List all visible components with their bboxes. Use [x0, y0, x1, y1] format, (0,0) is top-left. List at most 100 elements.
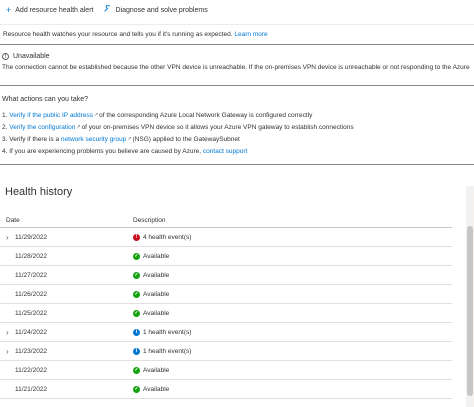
action-item-4: 4. If you are experiencing problems you …: [2, 145, 354, 157]
info-icon: i: [133, 328, 140, 336]
checkmark-icon: ✓: [133, 366, 140, 374]
chevron-right-icon[interactable]: ›: [6, 328, 15, 337]
description-text: Available: [143, 309, 170, 317]
health-history-title: Health history: [5, 186, 73, 198]
checkmark-icon: ✓: [133, 309, 140, 317]
description-text: 4 health event(s): [143, 233, 192, 241]
date-cell: ›11/26/2022: [0, 290, 127, 299]
action-num: 1.: [2, 111, 8, 119]
unavailable-icon: !: [2, 53, 9, 60]
diagnose-button[interactable]: Diagnose and solve problems: [103, 4, 208, 15]
description-cell: ✓ Available: [127, 385, 170, 393]
table-body: ›11/29/2022!4 health event(s)›11/28/2022…: [0, 228, 452, 399]
date-cell: ›11/28/2022: [0, 252, 127, 261]
error-icon: !: [133, 233, 140, 241]
health-history-table: Date Description › 11/29/2022! 4 health ev…: [0, 213, 452, 399]
wrench-icon: [103, 4, 111, 15]
description-text: Available: [143, 366, 170, 374]
external-link-icon: ↗: [76, 124, 81, 130]
info-text: Resource health watches your resource an…: [3, 31, 233, 38]
scrollbar-thumb[interactable]: [467, 226, 473, 396]
action-item-2: 2. Verify the configuration ↗ of your on…: [2, 121, 354, 133]
description-cell: ✓ Available: [127, 271, 170, 279]
description-text: Available: [143, 271, 170, 279]
section-divider-top: [0, 44, 474, 45]
status-label: Unavailable: [13, 53, 50, 60]
status-description: The connection cannot be established bec…: [2, 64, 470, 71]
actions-title: What actions can you take?: [2, 96, 88, 103]
table-row[interactable]: › 11/24/2022 i 1 health event(s): [0, 323, 452, 342]
learn-more-link[interactable]: Learn more: [234, 31, 267, 38]
action-pre: If you are experiencing problems you bel…: [9, 147, 202, 155]
contact-support-link[interactable]: contact support: [203, 148, 247, 155]
description-cell: ✓ Available: [127, 252, 170, 260]
description-text: Available: [143, 385, 170, 393]
vertical-scrollbar[interactable]: [466, 186, 474, 407]
date-text: 11/29/2022: [15, 233, 48, 241]
table-row[interactable]: › 11/23/2022 i 1 health event(s): [0, 342, 452, 361]
date-text: 11/26/2022: [15, 290, 48, 298]
table-row: ›11/25/2022✓Available: [0, 304, 452, 323]
description-cell: ✓ Available: [127, 309, 170, 317]
date-cell: › 11/29/2022: [0, 233, 127, 242]
action-num: 4.: [2, 147, 8, 155]
add-alert-button[interactable]: + Add resource health alert: [6, 4, 94, 15]
action-text: of your on-premises VPN device so it all…: [81, 123, 354, 131]
date-cell: ›11/25/2022: [0, 309, 127, 318]
diagnose-label: Diagnose and solve problems: [115, 6, 208, 14]
description-cell: ✓ Available: [127, 366, 170, 374]
plus-icon: +: [6, 4, 12, 15]
date-cell: › 11/24/2022: [0, 328, 127, 337]
date-text: 11/22/2022: [15, 366, 48, 374]
status-block: ! Unavailable The connection cannot be e…: [0, 50, 474, 73]
nsg-link[interactable]: network security group: [61, 136, 126, 143]
date-cell: ›11/27/2022: [0, 271, 127, 280]
external-link-icon: ↗: [93, 112, 99, 118]
description-column-header[interactable]: Description: [127, 217, 166, 224]
checkmark-icon: ✓: [133, 290, 140, 298]
verify-config-link[interactable]: Verify the configuration: [9, 124, 75, 131]
verify-ip-link[interactable]: Verify if the public IP address: [9, 112, 93, 119]
table-header: Date Description: [0, 213, 452, 228]
add-alert-label: Add resource health alert: [15, 6, 94, 14]
table-row: ›11/28/2022✓Available: [0, 247, 452, 266]
checkmark-icon: ✓: [133, 385, 140, 393]
section-divider-bottom: [0, 164, 474, 165]
table-row: ›11/22/2022✓Available: [0, 361, 452, 380]
date-cell: ›11/22/2022: [0, 366, 127, 375]
description-cell: ✓ Available: [127, 290, 170, 298]
description-text: Available: [143, 252, 170, 260]
toolbar: + Add resource health alert Diagnose and…: [0, 0, 474, 20]
action-num: 2.: [2, 123, 8, 131]
action-pre: Verify if there is a: [9, 135, 60, 143]
description-cell: i1 health event(s): [127, 328, 192, 336]
table-row[interactable]: › 11/29/2022! 4 health event(s): [0, 228, 452, 247]
action-num: 3.: [2, 135, 8, 143]
date-text: 11/28/2022: [15, 252, 48, 260]
action-item-1: 1. Verify if the public IP address ↗ of …: [2, 109, 354, 121]
toolbar-divider: [0, 24, 474, 25]
chevron-right-icon[interactable]: ›: [6, 347, 15, 356]
date-text: 11/25/2022: [15, 309, 48, 317]
checkmark-icon: ✓: [133, 271, 140, 279]
checkmark-icon: ✓: [133, 252, 140, 260]
table-row: ›11/21/2022✓Available: [0, 380, 452, 399]
date-cell: › 11/23/2022: [0, 347, 127, 356]
external-link-icon: ↗: [127, 136, 132, 142]
date-column-header[interactable]: Date: [0, 217, 127, 224]
chevron-right-icon[interactable]: ›: [6, 233, 15, 242]
action-item-3: 3. Verify if there is a network security…: [2, 133, 354, 145]
info-icon: i: [133, 347, 140, 355]
date-text: 11/27/2022: [15, 271, 48, 279]
description-text: Available: [143, 290, 170, 298]
date-cell: ›11/21/2022: [0, 385, 127, 394]
section-divider-mid: [0, 85, 474, 86]
date-text: 11/21/2022: [15, 385, 48, 393]
table-row: ›11/27/2022✓Available: [0, 266, 452, 285]
action-text: of the corresponding Azure Local Network…: [99, 111, 313, 119]
action-list: 1. Verify if the public IP address ↗ of …: [2, 109, 354, 157]
info-bar: Resource health watches your resource an…: [0, 29, 474, 40]
description-cell: i1 health event(s): [127, 347, 191, 355]
table-row: ›11/26/2022✓Available: [0, 285, 452, 304]
description-text: 1 health event(s): [143, 328, 192, 336]
